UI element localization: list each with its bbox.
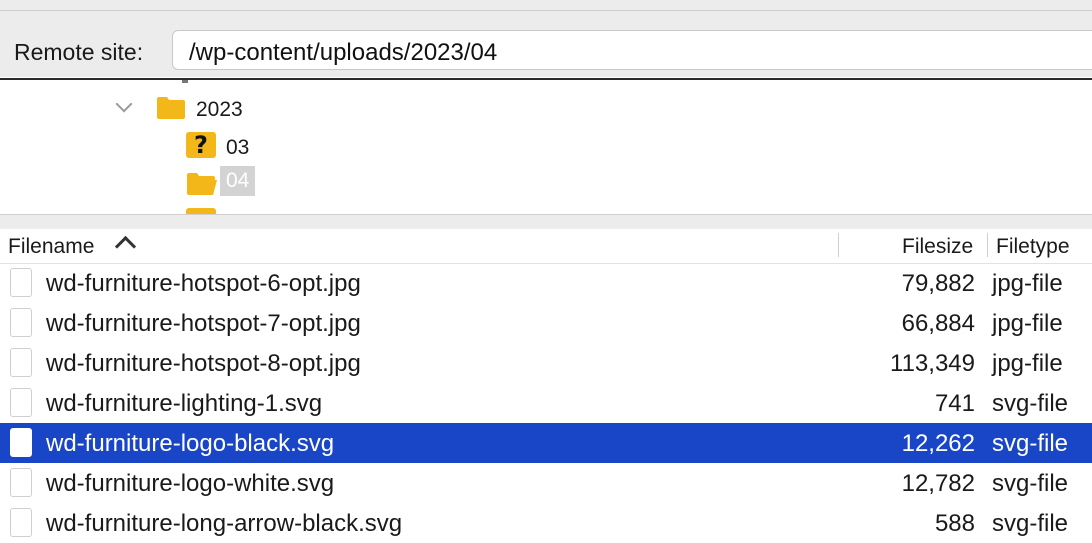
file-size: 741 bbox=[934, 390, 975, 417]
top-toolbar-edge bbox=[0, 0, 1092, 11]
table-row[interactable]: wd-furniture-hotspot-8-opt.jpg 113,349 j… bbox=[0, 343, 1092, 383]
tree-item-label: 03 bbox=[226, 136, 250, 159]
remote-site-bar: Remote site: bbox=[0, 11, 1092, 77]
tree-item-2023[interactable]: 2023 bbox=[0, 92, 400, 126]
file-name: wd-furniture-hotspot-6-opt.jpg bbox=[46, 270, 361, 297]
file-name: wd-furniture-hotspot-7-opt.jpg bbox=[46, 310, 361, 337]
column-header-filename[interactable]: Filename bbox=[8, 235, 94, 259]
table-row-selected[interactable]: wd-furniture-logo-black.svg 12,262 svg-f… bbox=[0, 423, 1092, 463]
pane-splitter[interactable] bbox=[0, 214, 1092, 230]
file-type: jpg-file bbox=[992, 310, 1063, 337]
sort-ascending-icon bbox=[114, 235, 137, 258]
tree-item-label: 04 bbox=[220, 166, 256, 196]
remote-directory-tree[interactable]: 2023 ? 03 04 bbox=[0, 78, 1092, 216]
file-name: wd-furniture-logo-white.svg bbox=[46, 470, 335, 497]
file-icon bbox=[10, 428, 32, 457]
file-type: svg-file bbox=[992, 510, 1069, 537]
chevron-down-icon[interactable] bbox=[115, 95, 133, 113]
file-type: svg-file bbox=[992, 430, 1069, 457]
file-icon bbox=[10, 508, 32, 537]
column-divider[interactable] bbox=[987, 233, 988, 257]
file-name: wd-furniture-hotspot-8-opt.jpg bbox=[46, 350, 361, 377]
file-icon bbox=[10, 308, 32, 337]
file-type: jpg-file bbox=[992, 350, 1063, 377]
tree-item-04[interactable]: 04 bbox=[0, 166, 400, 200]
file-type: jpg-file bbox=[992, 270, 1063, 297]
file-icon bbox=[10, 388, 32, 417]
column-header-filesize[interactable]: Filesize bbox=[902, 235, 973, 259]
tree-scroll-cutoff-mark bbox=[182, 80, 188, 83]
tree-item-label: 2023 bbox=[196, 98, 243, 121]
file-icon bbox=[10, 348, 32, 377]
unknown-folder-icon: ? bbox=[186, 132, 216, 158]
file-name: wd-furniture-long-arrow-black.svg bbox=[46, 510, 403, 537]
file-size: 113,349 bbox=[890, 350, 975, 377]
table-row[interactable]: wd-furniture-logo-white.svg 12,782 svg-f… bbox=[0, 463, 1092, 503]
table-row[interactable]: wd-furniture-hotspot-7-opt.jpg 66,884 jp… bbox=[0, 303, 1092, 343]
file-size: 12,782 bbox=[901, 470, 975, 497]
table-row[interactable]: wd-furniture-lighting-1.svg 741 svg-file bbox=[0, 383, 1092, 423]
tree-item-03[interactable]: ? 03 bbox=[0, 130, 400, 164]
folder-icon bbox=[157, 97, 185, 119]
column-divider[interactable] bbox=[838, 233, 839, 257]
file-type: svg-file bbox=[992, 470, 1069, 497]
table-row[interactable]: wd-furniture-hotspot-6-opt.jpg 79,882 jp… bbox=[0, 263, 1092, 303]
open-folder-icon bbox=[187, 173, 217, 195]
table-row[interactable]: wd-furniture-long-arrow-black.svg 588 sv… bbox=[0, 503, 1092, 543]
file-name: wd-furniture-lighting-1.svg bbox=[46, 390, 323, 417]
file-size: 588 bbox=[934, 510, 975, 537]
file-type: svg-file bbox=[992, 390, 1069, 417]
file-icon bbox=[10, 468, 32, 497]
remote-site-label: Remote site: bbox=[14, 39, 144, 65]
file-list: wd-furniture-hotspot-6-opt.jpg 79,882 jp… bbox=[0, 263, 1092, 543]
column-header-filetype[interactable]: Filetype bbox=[996, 235, 1070, 259]
file-name: wd-furniture-logo-black.svg bbox=[46, 430, 335, 457]
file-size: 66,884 bbox=[901, 310, 975, 337]
file-size: 79,882 bbox=[901, 270, 975, 297]
remote-site-path-input[interactable] bbox=[172, 30, 1092, 70]
file-icon bbox=[10, 268, 32, 297]
file-list-header: Filename Filesize Filetype bbox=[0, 229, 1092, 264]
file-size: 12,262 bbox=[901, 430, 975, 457]
